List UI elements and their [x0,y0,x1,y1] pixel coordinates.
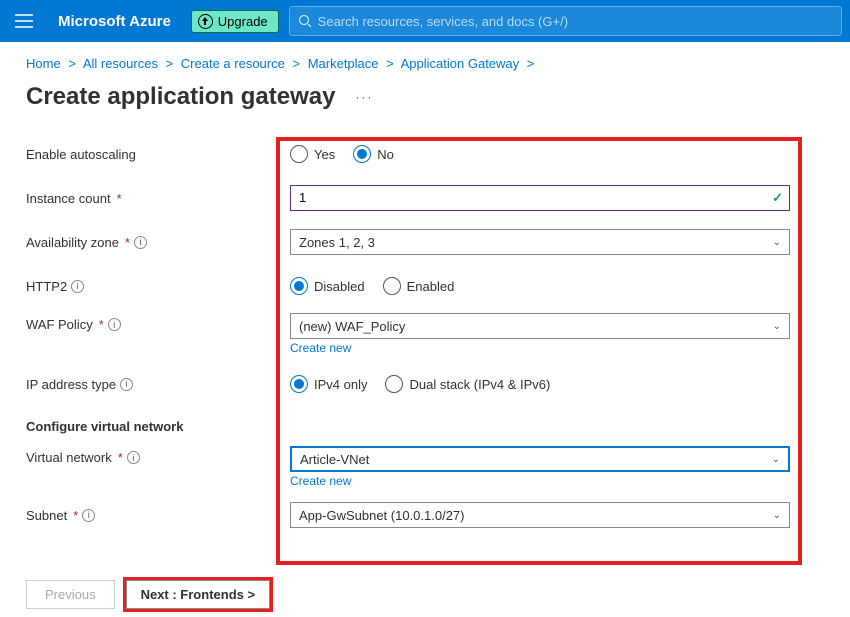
page-title: Create application gateway [26,83,335,111]
crumb-create-resource[interactable]: Create a resource [181,56,285,71]
label-virtual-network: Virtual network [26,450,112,465]
subnet-value: App-GwSubnet (10.0.1.0/27) [299,508,465,523]
chevron-down-icon: ⌄ [773,321,781,332]
instance-count-input[interactable] [299,186,759,208]
virtual-network-value: Article-VNet [300,452,369,467]
row-subnet: Subnet * i App-GwSubnet (10.0.1.0/27) ⌄ [26,498,850,532]
upgrade-label: Upgrade [218,14,268,29]
radio-icon [290,145,308,163]
instance-count-field[interactable]: ✓ [290,185,790,211]
crumb-all-resources[interactable]: All resources [83,56,158,71]
radio-icon [383,277,401,295]
availability-zone-value: Zones 1, 2, 3 [299,235,375,250]
info-icon[interactable]: i [120,378,133,391]
row-availability-zone: Availability zone * i Zones 1, 2, 3 ⌄ [26,225,850,259]
required-mark: * [125,235,130,250]
hamburger-menu-icon[interactable] [8,5,40,37]
radio-icon-selected [353,145,371,163]
radio-icon-selected [290,375,308,393]
chevron-down-icon: ⌄ [772,454,780,465]
subnet-dropdown[interactable]: App-GwSubnet (10.0.1.0/27) ⌄ [290,502,790,528]
info-icon[interactable]: i [127,451,140,464]
waf-policy-dropdown[interactable]: (new) WAF_Policy ⌄ [290,313,790,339]
radio-icon-selected [290,277,308,295]
brand-label[interactable]: Microsoft Azure [58,13,171,30]
page-header: Create application gateway ··· [0,83,850,111]
availability-zone-dropdown[interactable]: Zones 1, 2, 3 ⌄ [290,229,790,255]
form-area: Enable autoscaling Yes No Instance count… [0,137,850,532]
wizard-buttons: Previous Next : Frontends > [26,577,273,612]
waf-policy-create-new-link[interactable]: Create new [290,341,351,355]
label-availability-zone: Availability zone [26,235,119,250]
more-actions[interactable]: ··· [355,90,373,104]
info-icon[interactable]: i [108,318,121,331]
required-mark: * [117,191,122,206]
section-configure-vnet: Configure virtual network [26,419,850,434]
previous-button[interactable]: Previous [26,580,115,609]
required-mark: * [99,317,104,332]
radio-icon [385,375,403,393]
required-mark: * [118,450,123,465]
row-instance-count: Instance count * ✓ [26,181,850,215]
label-autoscaling: Enable autoscaling [26,147,290,162]
chevron-down-icon: ⌄ [773,237,781,248]
radio-autoscaling-yes[interactable]: Yes [290,145,335,163]
breadcrumb: Home > All resources > Create a resource… [0,42,850,77]
required-mark: * [73,508,78,523]
row-http2: HTTP2 i Disabled Enabled [26,269,850,303]
chevron-right-icon: > [386,56,394,71]
next-frontends-button[interactable]: Next : Frontends > [126,580,271,609]
vnet-create-new-link[interactable]: Create new [290,474,351,488]
waf-policy-value: (new) WAF_Policy [299,319,405,334]
row-autoscaling: Enable autoscaling Yes No [26,137,850,171]
label-instance-count: Instance count [26,191,111,206]
info-icon[interactable]: i [82,509,95,522]
check-icon: ✓ [772,190,783,206]
chevron-right-icon: > [68,56,76,71]
upgrade-button[interactable]: Upgrade [191,10,279,33]
radio-autoscaling-no[interactable]: No [353,145,394,163]
crumb-home[interactable]: Home [26,56,61,71]
chevron-right-icon: > [166,56,174,71]
search-icon [298,14,312,28]
azure-top-bar: Microsoft Azure Upgrade [0,0,850,42]
radio-http2-disabled[interactable]: Disabled [290,277,365,295]
highlight-box-next: Next : Frontends > [123,577,274,612]
virtual-network-dropdown[interactable]: Article-VNet ⌄ [290,446,790,472]
label-subnet: Subnet [26,508,67,523]
crumb-application-gateway[interactable]: Application Gateway [401,56,520,71]
row-ip-type: IP address type i IPv4 only Dual stack (… [26,367,850,401]
chevron-right-icon: > [527,56,535,71]
info-icon[interactable]: i [134,236,147,249]
info-icon[interactable]: i [71,280,84,293]
chevron-down-icon: ⌄ [773,510,781,521]
row-virtual-network: Virtual network * i Article-VNet ⌄ Creat… [26,446,850,488]
radio-http2-enabled[interactable]: Enabled [383,277,455,295]
chevron-right-icon: > [292,56,300,71]
radio-dual-stack[interactable]: Dual stack (IPv4 & IPv6) [385,375,550,393]
crumb-marketplace[interactable]: Marketplace [308,56,379,71]
upgrade-arrow-icon [198,14,213,29]
radio-ipv4-only[interactable]: IPv4 only [290,375,367,393]
search-input[interactable] [318,14,833,29]
label-waf-policy: WAF Policy [26,317,93,332]
global-search[interactable] [289,6,842,36]
row-waf-policy: WAF Policy * i (new) WAF_Policy ⌄ Create… [26,313,850,355]
label-ip-type: IP address type [26,377,116,392]
label-http2: HTTP2 [26,279,67,294]
